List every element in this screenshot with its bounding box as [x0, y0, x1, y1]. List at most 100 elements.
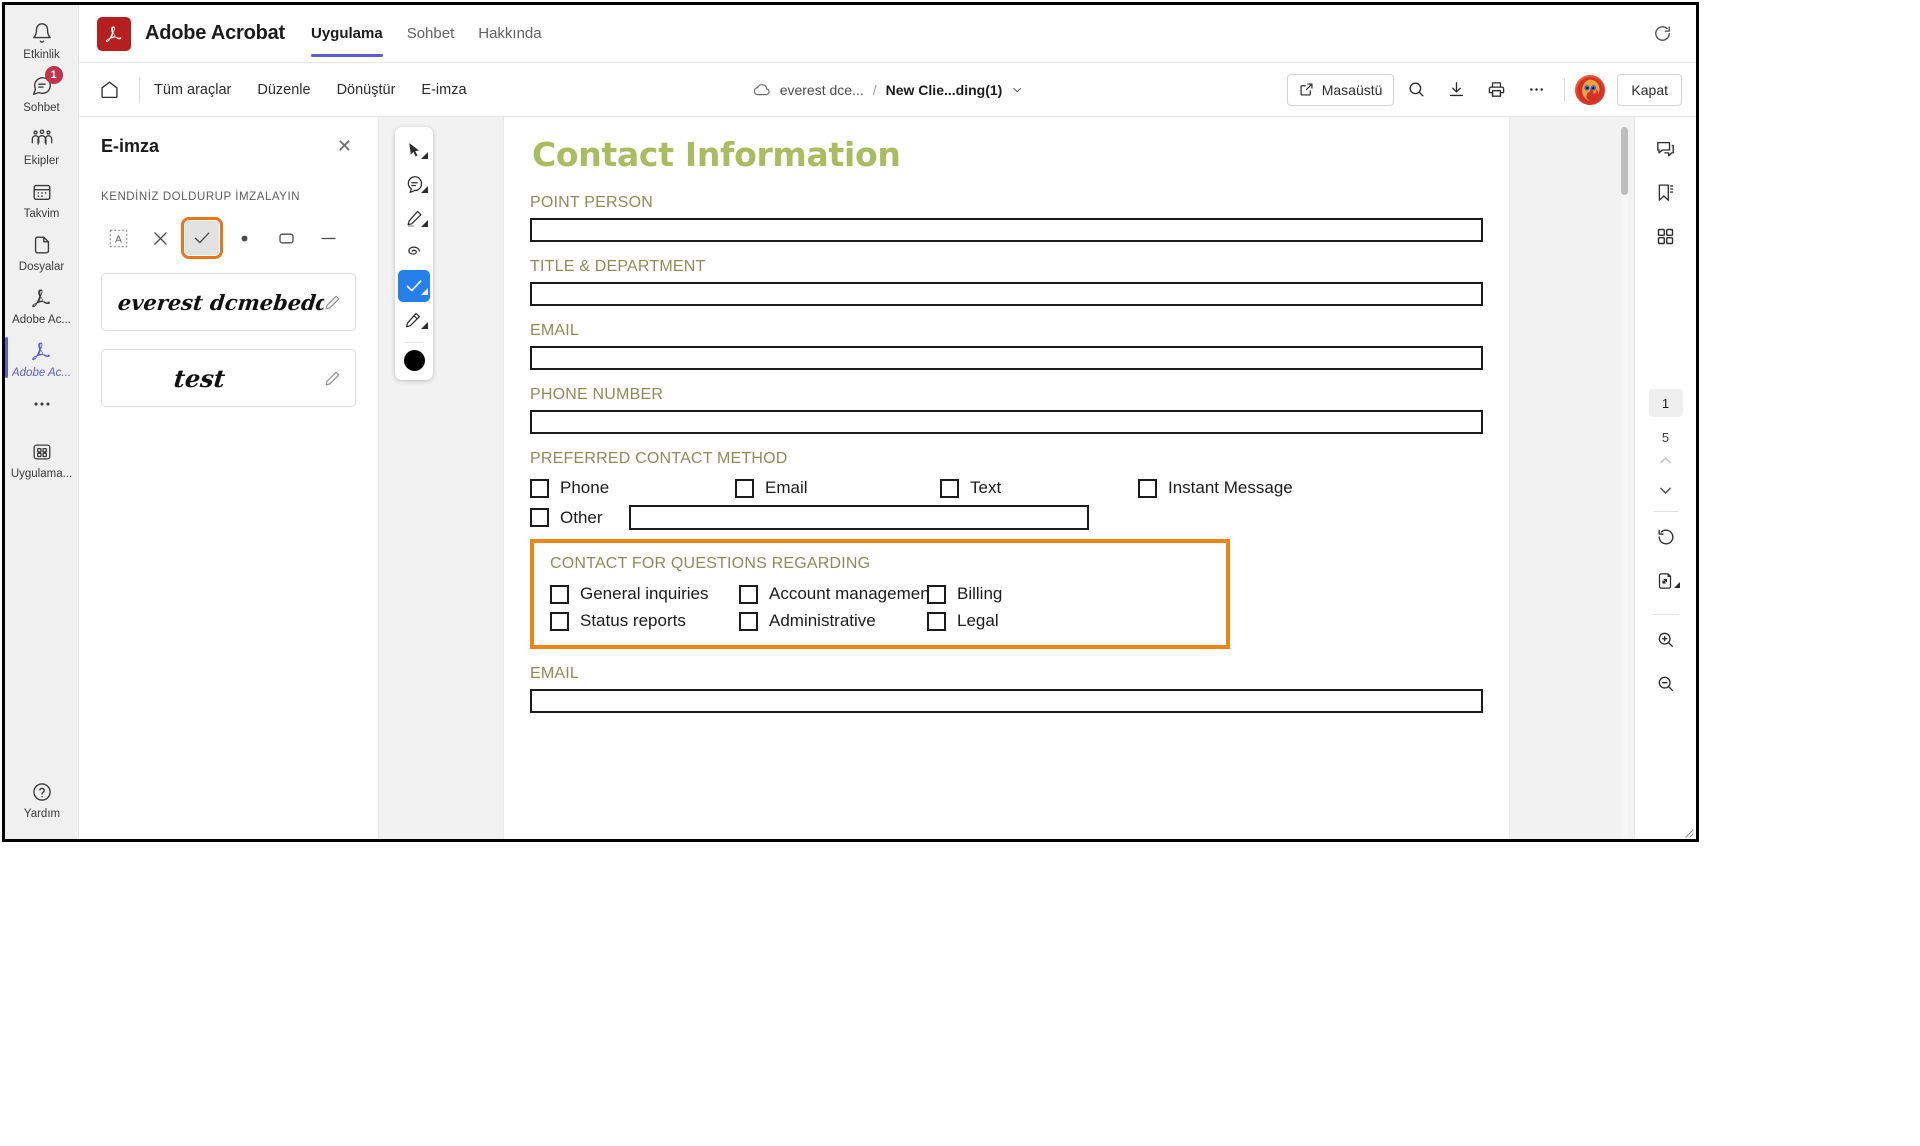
fit-page-icon[interactable]	[1649, 564, 1683, 598]
checkbox-box[interactable]	[739, 611, 758, 631]
saved-signature-2[interactable]: test	[101, 349, 356, 407]
checkbox-administrative[interactable]: Administrative	[739, 611, 927, 631]
checkbox-box[interactable]	[927, 611, 946, 631]
checkbox-account-management[interactable]: Account management	[739, 584, 934, 604]
checkbox-box[interactable]	[927, 584, 946, 604]
checkbox-box[interactable]	[940, 478, 959, 498]
text-input[interactable]	[530, 346, 1483, 370]
breadcrumb-file[interactable]: New Clie...ding(1)	[886, 82, 1003, 98]
checkbox-box[interactable]	[550, 584, 569, 604]
rotate-icon[interactable]	[1649, 520, 1683, 554]
sidebar-item-adobe-acrobat-1[interactable]: Adobe Ac...	[5, 278, 79, 331]
comments-icon[interactable]	[1649, 131, 1683, 165]
teams-icon	[30, 126, 54, 152]
close-button[interactable]: Kapat	[1617, 73, 1682, 106]
menu-e-imza[interactable]: E-imza	[421, 82, 466, 98]
comment-tool[interactable]	[398, 168, 430, 200]
sidebar-item-etkinlik[interactable]: Etkinlik	[5, 13, 79, 66]
text-input[interactable]	[530, 689, 1483, 713]
checkbox-box[interactable]	[530, 478, 549, 498]
checkbox-general-inquiries[interactable]: General inquiries	[550, 584, 739, 604]
text-input[interactable]	[530, 218, 1483, 242]
checkbox-other[interactable]: Other	[530, 508, 603, 528]
pencil-icon[interactable]	[324, 370, 341, 387]
chevron-down-icon[interactable]	[1649, 475, 1683, 505]
text-input[interactable]	[530, 282, 1483, 306]
color-swatch[interactable]	[403, 350, 425, 371]
preferred-contact-section: PREFERRED CONTACT METHOD Phone Email Tex…	[530, 450, 1483, 530]
dot-tool[interactable]	[227, 221, 261, 255]
page-navigation: 1 5	[1635, 389, 1696, 711]
sidebar-label: Adobe Ac...	[11, 367, 72, 379]
checkbox-instant-message[interactable]: Instant Message	[1138, 478, 1293, 498]
tab-sohbet[interactable]: Sohbet	[407, 5, 455, 63]
bookmark-icon[interactable]	[1649, 175, 1683, 209]
chevron-down-icon[interactable]	[1011, 84, 1023, 96]
check-mark-tool[interactable]	[398, 270, 430, 302]
checkbox-legal[interactable]: Legal	[927, 611, 999, 631]
chevron-up-icon[interactable]	[1649, 445, 1683, 475]
download-icon[interactable]	[1438, 74, 1474, 106]
rectangle-tool[interactable]	[269, 221, 303, 255]
checkbox-email[interactable]: Email	[735, 478, 940, 498]
toolbar-divider	[139, 76, 140, 103]
checkbox-label: Status reports	[580, 611, 686, 630]
teams-left-rail: Etkinlik 1 Sohbet Ekipler Takvim Dosyala…	[5, 5, 79, 839]
cross-mark-tool[interactable]	[143, 221, 177, 255]
search-icon[interactable]	[1398, 74, 1434, 106]
zoom-in-icon[interactable]	[1649, 623, 1683, 657]
checkbox-text[interactable]: Text	[940, 478, 1138, 498]
menu-donustur[interactable]: Dönüştür	[337, 82, 396, 98]
sidebar-item-takvim[interactable]: Takvim	[5, 172, 79, 225]
toolbar-divider	[404, 342, 424, 343]
close-icon[interactable]: ✕	[333, 135, 356, 157]
checkbox-status-reports[interactable]: Status reports	[550, 611, 739, 631]
resize-grip[interactable]	[1682, 825, 1694, 838]
refresh-icon[interactable]	[1650, 22, 1674, 46]
checkbox-box[interactable]	[550, 611, 569, 631]
check-mark-tool[interactable]	[181, 217, 223, 259]
tab-uygulama[interactable]: Uygulama	[311, 5, 383, 63]
print-icon[interactable]	[1478, 74, 1514, 106]
sidebar-item-sohbet[interactable]: 1 Sohbet	[5, 66, 79, 119]
more-options-icon[interactable]	[1518, 74, 1554, 106]
zoom-out-icon[interactable]	[1649, 667, 1683, 701]
checkbox-box[interactable]	[1138, 478, 1157, 498]
sidebar-item-uygulamalar[interactable]: Uygulama...	[5, 432, 79, 485]
checkbox-box[interactable]	[739, 584, 758, 604]
breadcrumb-root[interactable]: everest dce...	[780, 82, 864, 98]
highlighter-tool[interactable]	[398, 202, 430, 234]
signature-tool[interactable]	[398, 304, 430, 336]
menu-tum-araclar[interactable]: Tüm araçlar	[154, 82, 231, 98]
sidebar-item-adobe-acrobat-2[interactable]: Adobe Ac...	[5, 331, 79, 384]
page-number-input[interactable]: 1	[1648, 389, 1683, 417]
home-icon[interactable]	[93, 74, 125, 106]
sidebar-item-more[interactable]	[5, 384, 79, 422]
sidebar-item-yardim[interactable]: Yardım	[5, 772, 79, 825]
freehand-tool[interactable]	[398, 236, 430, 268]
saved-signature-1[interactable]: everest dcmebedd	[101, 273, 356, 331]
pencil-icon[interactable]	[324, 294, 341, 311]
checkbox-billing[interactable]: Billing	[927, 584, 1002, 604]
checkbox-box[interactable]	[530, 508, 549, 527]
help-circle-icon	[31, 779, 53, 805]
vertical-scrollbar[interactable]	[1621, 127, 1628, 839]
thumbnails-icon[interactable]	[1649, 219, 1683, 253]
tab-hakkinda[interactable]: Hakkında	[478, 5, 541, 63]
avatar[interactable]	[1575, 74, 1606, 105]
checkbox-phone[interactable]: Phone	[530, 478, 735, 498]
open-in-desktop-button[interactable]: Masaüstü	[1286, 73, 1395, 106]
other-text-input[interactable]	[628, 505, 1089, 530]
signature-text: everest dcmebedd	[116, 289, 326, 315]
text-input[interactable]	[530, 410, 1483, 434]
sidebar-item-ekipler[interactable]: Ekipler	[5, 119, 79, 172]
adobe-acrobat-icon	[29, 338, 54, 364]
select-tool[interactable]	[398, 134, 430, 166]
form-field-title-department: TITLE & DEPARTMENT	[530, 258, 1483, 306]
scrollbar-thumb[interactable]	[1621, 127, 1628, 195]
text-field-tool[interactable]: A	[101, 221, 135, 255]
menu-duzenle[interactable]: Düzenle	[257, 82, 310, 98]
line-tool[interactable]	[311, 221, 345, 255]
checkbox-box[interactable]	[735, 478, 754, 498]
sidebar-item-dosyalar[interactable]: Dosyalar	[5, 225, 79, 278]
